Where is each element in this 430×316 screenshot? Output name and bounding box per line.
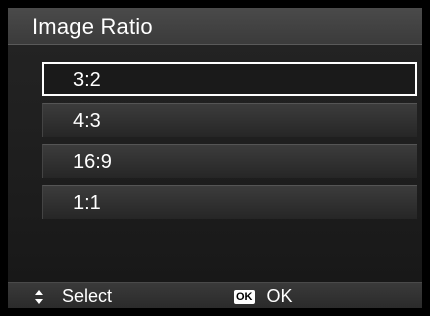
ratio-options-list: 3:2 4:3 16:9 1:1	[42, 62, 422, 226]
option-16-9[interactable]: 16:9	[42, 144, 417, 178]
ok-hint-label: OK	[266, 286, 293, 306]
option-3-2[interactable]: 3:2	[42, 62, 417, 96]
button-hint-bar: Select OK OK	[8, 282, 422, 308]
select-hint: Select	[34, 286, 112, 307]
ok-hint: OK OK	[234, 286, 293, 307]
option-label: 16:9	[73, 151, 112, 173]
menu-title: Image Ratio	[32, 14, 153, 39]
option-label: 4:3	[73, 110, 101, 132]
option-4-3[interactable]: 4:3	[42, 103, 417, 137]
title-bar: Image Ratio	[8, 8, 422, 45]
menu-content: 3:2 4:3 16:9 1:1	[8, 45, 422, 282]
option-label: 3:2	[73, 69, 101, 91]
option-1-1[interactable]: 1:1	[42, 185, 417, 219]
option-label: 1:1	[73, 192, 101, 214]
up-down-arrows-icon	[34, 288, 44, 306]
screen-edge	[422, 0, 430, 316]
ok-key-icon: OK	[234, 289, 255, 304]
camera-menu-screen: Image Ratio 3:2 4:3 16:9 1:1 Select OK O…	[8, 8, 422, 308]
select-hint-label: Select	[62, 286, 113, 306]
